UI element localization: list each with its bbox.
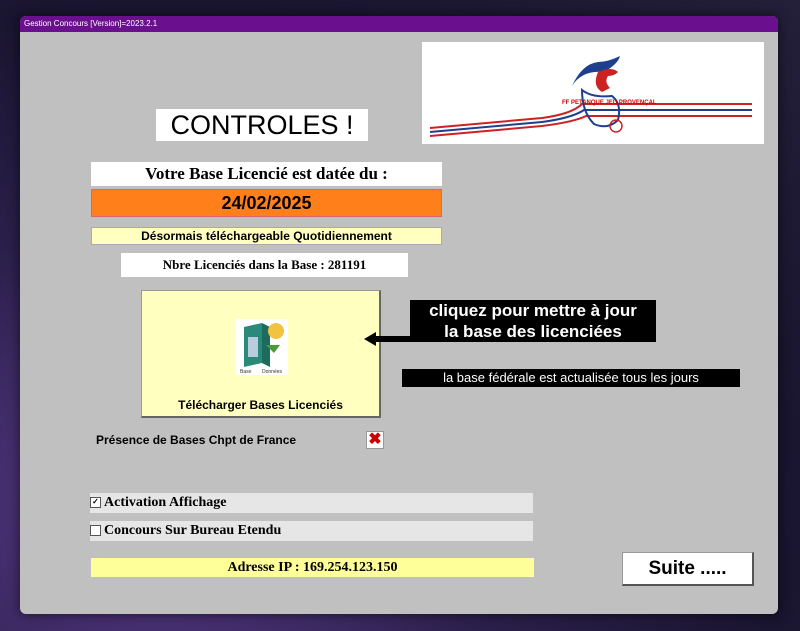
licensee-count: Nbre Licenciés dans la Base : 281191	[121, 253, 408, 277]
ffpjp-logo: FF PETANQUE JEU PROVENÇAL	[422, 42, 764, 144]
daily-download-notice: Désormais téléchargeable Quotidiennement	[91, 227, 442, 245]
extended-desktop-checkbox[interactable]	[90, 525, 101, 536]
championship-bases-label: Présence de Bases Chpt de France	[96, 433, 297, 447]
page-title: CONTROLES !	[156, 109, 368, 141]
base-date-value: 24/02/2025	[91, 189, 442, 217]
activation-affichage-label: Activation Affichage	[104, 495, 227, 510]
update-hint: cliquez pour mettre à jour la base des l…	[410, 300, 656, 342]
logo-text: FF PETANQUE JEU PROVENÇAL	[562, 100, 657, 106]
base-date-label: Votre Base Licencié est datée du :	[91, 162, 442, 186]
icon-caption-left: Base	[240, 369, 252, 375]
activation-affichage-option[interactable]: ✓ Activation Affichage	[90, 493, 533, 513]
ip-address: Adresse IP : 169.254.123.150	[91, 558, 534, 577]
window-title: Gestion Concours [Version]=2023.2.1	[20, 16, 778, 32]
close-icon[interactable]: ✖	[366, 431, 384, 449]
rooster-logo-icon: FF PETANQUE JEU PROVENÇAL	[429, 56, 752, 137]
extended-desktop-option[interactable]: Concours Sur Bureau Etendu	[90, 521, 533, 541]
app-window: Gestion Concours [Version]=2023.2.1 FF P…	[20, 16, 778, 614]
download-button-label: Télécharger Bases Licenciés	[178, 398, 343, 412]
download-licensees-button[interactable]: Base Données Télécharger Bases Licenciés	[141, 290, 381, 418]
suite-button[interactable]: Suite .....	[622, 552, 754, 586]
update-hint-line2: la base des licenciées	[444, 322, 622, 341]
database-download-icon: Base Données	[236, 319, 288, 375]
update-hint-line1: cliquez pour mettre à jour	[429, 301, 637, 320]
extended-desktop-label: Concours Sur Bureau Etendu	[104, 523, 282, 538]
icon-caption-right: Données	[262, 369, 283, 375]
federal-base-note: la base fédérale est actualisée tous les…	[402, 369, 740, 387]
arrow-left-icon	[364, 332, 410, 346]
activation-affichage-checkbox[interactable]: ✓	[90, 497, 101, 508]
